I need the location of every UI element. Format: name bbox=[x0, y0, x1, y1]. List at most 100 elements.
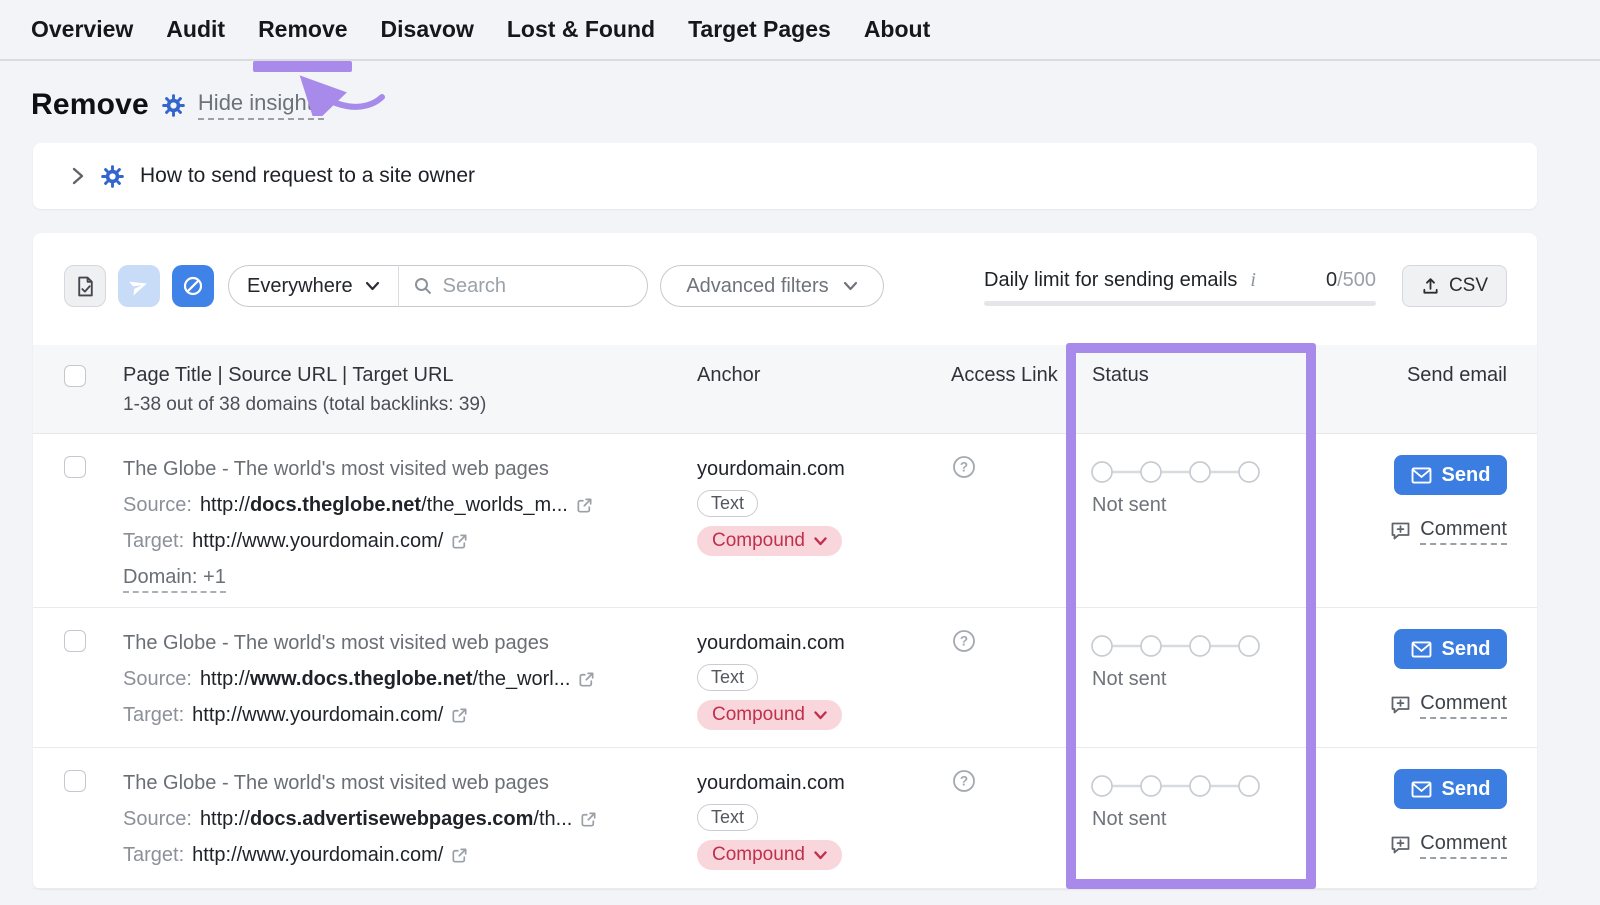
page-title: Remove bbox=[31, 88, 149, 122]
tab-overview[interactable]: Overview bbox=[31, 16, 133, 43]
chevron-down-icon bbox=[814, 537, 827, 546]
svg-text:?: ? bbox=[960, 460, 968, 475]
source-label: Source: bbox=[123, 494, 192, 517]
comment-label: Comment bbox=[1420, 832, 1507, 859]
status-stepper bbox=[1090, 774, 1262, 798]
annotation-curved-arrow bbox=[295, 72, 387, 116]
compound-badge[interactable]: Compound bbox=[697, 840, 842, 870]
access-link-help-icon[interactable]: ? bbox=[952, 455, 976, 484]
external-link-icon[interactable] bbox=[451, 533, 468, 550]
backlinks-table-card: Everywhere Advanced filters bbox=[33, 233, 1537, 889]
tab-disavow[interactable]: Disavow bbox=[381, 16, 474, 43]
comment-link[interactable]: Comment bbox=[1390, 832, 1507, 859]
backlink-audit-remove-page: Overview Audit Remove Disavow Lost & Fou… bbox=[0, 0, 1600, 905]
anchor-text: yourdomain.com bbox=[697, 458, 845, 481]
info-icon[interactable]: i bbox=[1247, 269, 1259, 292]
target-label: Target: bbox=[123, 844, 184, 867]
send-email-button[interactable]: Send bbox=[1394, 455, 1507, 495]
daily-limit-widget: Daily limit for sending emails i 0/500 bbox=[984, 269, 1376, 306]
block-button[interactable] bbox=[172, 265, 214, 307]
howto-panel-label: How to send request to a site owner bbox=[140, 164, 475, 188]
envelope-icon bbox=[1411, 467, 1432, 484]
tab-lost-and-found[interactable]: Lost & Found bbox=[507, 16, 655, 43]
send-label: Send bbox=[1442, 638, 1491, 661]
column-send-email: Send email bbox=[1407, 364, 1507, 387]
send-emails-button-disabled[interactable] bbox=[118, 265, 160, 307]
daily-limit-used: 0 bbox=[1326, 269, 1337, 291]
search-box bbox=[399, 275, 647, 298]
tab-target-pages[interactable]: Target Pages bbox=[688, 16, 831, 43]
row-checkbox[interactable] bbox=[64, 770, 86, 792]
column-status: Status bbox=[1092, 364, 1149, 387]
export-csv-button[interactable]: CSV bbox=[1402, 265, 1507, 307]
tab-audit[interactable]: Audit bbox=[166, 16, 225, 43]
comment-label: Comment bbox=[1420, 518, 1507, 545]
compound-badge-label: Compound bbox=[712, 844, 805, 866]
compound-badge[interactable]: Compound bbox=[697, 526, 842, 556]
external-link-icon[interactable] bbox=[451, 707, 468, 724]
document-check-icon bbox=[74, 275, 97, 298]
chevron-down-icon bbox=[814, 851, 827, 860]
chevron-right-icon[interactable] bbox=[71, 167, 85, 185]
select-all-checkbox[interactable] bbox=[64, 365, 86, 387]
paper-plane-icon bbox=[125, 272, 153, 300]
status-stepper bbox=[1090, 460, 1262, 484]
target-label: Target: bbox=[123, 704, 184, 727]
target-url: http://www.yourdomain.com/ bbox=[192, 844, 443, 867]
target-url: http://www.yourdomain.com/ bbox=[192, 530, 443, 553]
table-row: The Globe - The world's most visited web… bbox=[33, 434, 1537, 608]
anchor-text: yourdomain.com bbox=[697, 632, 845, 655]
advanced-filters-dropdown[interactable]: Advanced filters bbox=[660, 265, 884, 307]
backlink-page-title: The Globe - The world's most visited web… bbox=[123, 772, 549, 795]
gear-icon bbox=[161, 93, 186, 118]
search-scope-dropdown[interactable]: Everywhere bbox=[229, 266, 398, 306]
backlink-page-title: The Globe - The world's most visited web… bbox=[123, 632, 549, 655]
row-checkbox[interactable] bbox=[64, 456, 86, 478]
chevron-down-icon bbox=[365, 281, 380, 291]
external-link-icon[interactable] bbox=[576, 497, 593, 514]
svg-text:?: ? bbox=[960, 634, 968, 649]
compound-badge[interactable]: Compound bbox=[697, 700, 842, 730]
question-circle-icon: ? bbox=[952, 455, 976, 479]
comment-link[interactable]: Comment bbox=[1390, 692, 1507, 719]
table-body: The Globe - The world's most visited web… bbox=[33, 434, 1537, 889]
search-combo-control: Everywhere bbox=[228, 265, 648, 307]
send-label: Send bbox=[1442, 778, 1491, 801]
column-anchor: Anchor bbox=[697, 364, 760, 387]
column-page-title: Page Title | Source URL | Target URL bbox=[123, 364, 454, 387]
send-email-button[interactable]: Send bbox=[1394, 769, 1507, 809]
source-label: Source: bbox=[123, 668, 192, 691]
daily-limit-label: Daily limit for sending emails bbox=[984, 269, 1237, 292]
table-row: The Globe - The world's most visited web… bbox=[33, 608, 1537, 748]
target-url: http://www.yourdomain.com/ bbox=[192, 704, 443, 727]
search-input[interactable] bbox=[443, 275, 623, 298]
table-row-count: 1-38 out of 38 domains (total backlinks:… bbox=[123, 394, 486, 416]
status-stepper bbox=[1090, 634, 1262, 658]
row-checkbox[interactable] bbox=[64, 630, 86, 652]
anchor-type-badge[interactable]: Text bbox=[697, 490, 758, 517]
external-link-icon[interactable] bbox=[451, 847, 468, 864]
backlink-page-title: The Globe - The world's most visited web… bbox=[123, 458, 549, 481]
question-circle-icon: ? bbox=[952, 629, 976, 653]
status-text: Not sent bbox=[1092, 668, 1166, 691]
status-text: Not sent bbox=[1092, 808, 1166, 831]
access-link-help-icon[interactable]: ? bbox=[952, 629, 976, 658]
comment-plus-icon bbox=[1390, 835, 1411, 856]
move-to-disavow-button[interactable] bbox=[64, 265, 106, 307]
access-link-help-icon[interactable]: ? bbox=[952, 769, 976, 798]
external-link-icon[interactable] bbox=[580, 811, 597, 828]
comment-plus-icon bbox=[1390, 521, 1411, 542]
anchor-type-badge[interactable]: Text bbox=[697, 804, 758, 831]
comment-link[interactable]: Comment bbox=[1390, 518, 1507, 545]
source-url: http://docs.advertisewebpages.com/th... bbox=[200, 808, 572, 831]
anchor-type-badge[interactable]: Text bbox=[697, 664, 758, 691]
howto-panel[interactable]: How to send request to a site owner bbox=[33, 143, 1537, 209]
tab-about[interactable]: About bbox=[864, 16, 930, 43]
domain-expand-link[interactable]: Domain: +1 bbox=[123, 566, 226, 593]
no-entry-icon bbox=[181, 274, 205, 298]
send-email-button[interactable]: Send bbox=[1394, 629, 1507, 669]
search-scope-value: Everywhere bbox=[247, 275, 353, 298]
external-link-icon[interactable] bbox=[578, 671, 595, 688]
status-text: Not sent bbox=[1092, 494, 1166, 517]
tab-remove[interactable]: Remove bbox=[258, 16, 347, 43]
